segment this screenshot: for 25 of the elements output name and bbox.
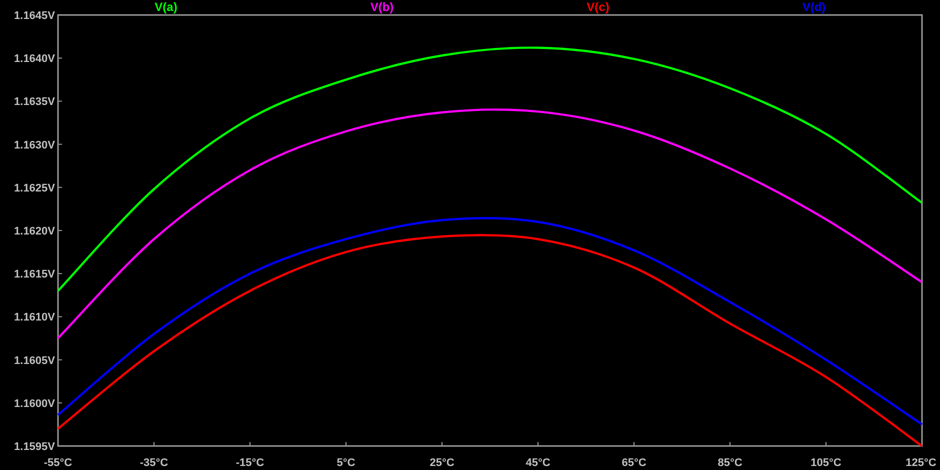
y-tick-label: 1.1600V xyxy=(14,398,55,410)
y-tick-label: 1.1620V xyxy=(14,226,55,238)
y-tick-label: 1.1635V xyxy=(14,96,55,108)
legend-label: V(b) xyxy=(370,0,394,14)
y-tick-label: 1.1645V xyxy=(14,10,55,22)
legend-label: V(c) xyxy=(586,0,610,14)
y-tick-label: 1.1610V xyxy=(14,312,55,324)
x-tick-label: 125°C xyxy=(906,457,936,469)
x-tick-label: 5°C xyxy=(336,457,356,469)
x-tick-label: 65°C xyxy=(622,457,646,469)
x-tick-label: -15°C xyxy=(236,457,264,469)
x-tick-label: 45°C xyxy=(526,457,550,469)
y-tick-label: 1.1615V xyxy=(14,268,55,281)
y-tick-label: 1.1605V xyxy=(14,354,55,367)
y-tick-label: 1.1630V xyxy=(14,139,55,152)
x-tick-label: -35°C xyxy=(140,457,168,469)
x-tick-label: 105°C xyxy=(810,457,842,469)
x-tick-label: 85°C xyxy=(718,457,742,469)
legend-label: V(a) xyxy=(154,0,178,14)
y-tick-label: 1.1595V xyxy=(14,441,55,453)
x-tick-label: -55°C xyxy=(44,457,72,469)
y-tick-label: 1.1640V xyxy=(14,53,55,66)
y-tick-label: 1.1625V xyxy=(14,182,55,194)
x-tick-label: 25°C xyxy=(430,457,454,469)
legend-label: V(d) xyxy=(802,0,826,14)
